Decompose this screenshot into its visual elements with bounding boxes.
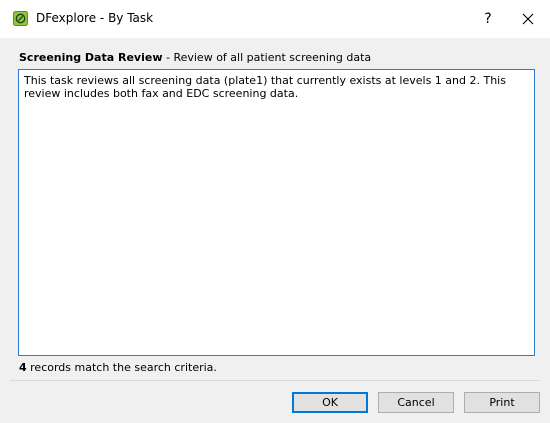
record-count: 4: [19, 361, 27, 374]
help-button[interactable]: ?: [466, 0, 510, 38]
close-icon: [522, 10, 534, 29]
task-description-box[interactable]: This task reviews all screening data (pl…: [18, 69, 535, 356]
ok-button[interactable]: OK: [292, 392, 368, 413]
task-separator: -: [162, 51, 174, 64]
task-description: This task reviews all screening data (pl…: [24, 74, 506, 100]
footer-divider: [10, 380, 540, 381]
task-name: Screening Data Review: [19, 51, 163, 64]
task-summary: Review of all patient screening data: [173, 51, 372, 64]
title-bar: DFexplore - By Task ?: [0, 0, 550, 38]
window-title: DFexplore - By Task: [36, 11, 154, 25]
close-button[interactable]: [506, 0, 550, 38]
dfexplore-app-icon: [13, 11, 28, 26]
search-status: 4 records match the search criteria.: [19, 361, 217, 375]
task-header: Screening Data Review - Review of all pa…: [19, 51, 371, 65]
status-text: records match the search criteria.: [26, 361, 217, 374]
by-task-dialog: DFexplore - By Task ? Screening Data Rev…: [0, 0, 550, 423]
cancel-button[interactable]: Cancel: [378, 392, 454, 413]
print-button[interactable]: Print: [464, 392, 540, 413]
